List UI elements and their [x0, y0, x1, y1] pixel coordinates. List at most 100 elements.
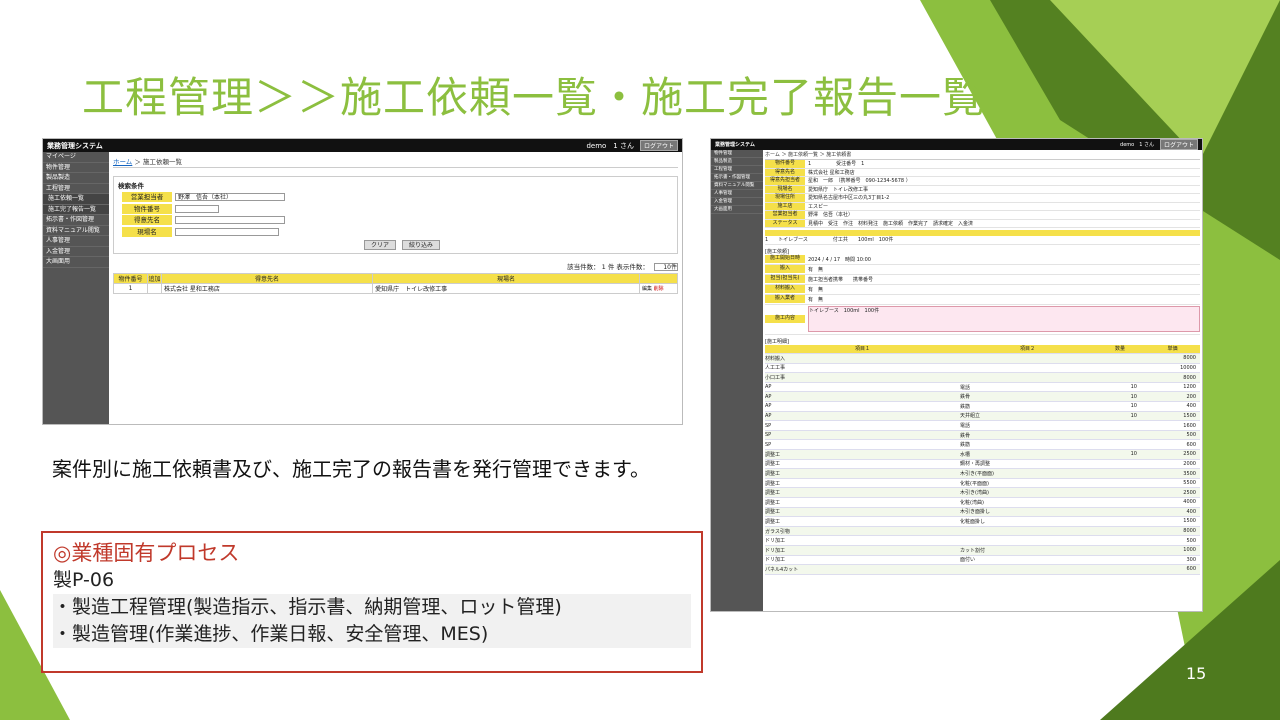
sidebar-item[interactable]: 物件管理 [711, 150, 763, 158]
request-value[interactable]: 施工担当者携帯 携帯番号 [808, 276, 873, 283]
sidebar-item[interactable]: 入金管理 [711, 198, 763, 206]
detail-cell[interactable]: 2500 [1145, 451, 1200, 457]
sidebar-item[interactable]: 製品製造 [711, 158, 763, 166]
sidebar-item[interactable]: 製品製造 [43, 173, 109, 184]
sidebar-item[interactable]: 工程管理 [711, 166, 763, 174]
page-number: 15 [1186, 664, 1207, 683]
detail-cell[interactable]: 400 [1145, 403, 1200, 409]
work-content-textarea[interactable]: トイレブース 100ml 100件 [808, 306, 1200, 332]
detail-row: 調整工 木引き(湾曲) 2500 [765, 488, 1200, 498]
sidebar-item[interactable]: 拓示書・作図管理 [711, 174, 763, 182]
detail-cell[interactable]: 1600 [1145, 423, 1200, 429]
sidebar-item[interactable]: 工程管理 [43, 184, 109, 194]
detail-cell[interactable]: 1500 [1145, 518, 1200, 524]
sales-rep-select[interactable]: 野澤 信吾（本社） [175, 193, 285, 202]
detail-cell: ドリ加工 [765, 547, 786, 554]
request-value[interactable]: 有 無 [808, 266, 823, 273]
sidebar-item[interactable]: 人事管理 [711, 190, 763, 198]
sidebar-item[interactable]: 物件管理 [43, 163, 109, 173]
detail-cell[interactable]: 500 [1145, 432, 1200, 438]
detail-cell[interactable]: 400 [1145, 509, 1200, 515]
info-value: 1 受注番号 1 [808, 161, 865, 168]
info-row: 現場住所 愛知県名古屋市中区三の丸3丁目1-2 [765, 194, 1200, 203]
detail-cell[interactable]: 8000 [1145, 355, 1200, 361]
breadcrumb-current: 施工依頼一覧 [142, 158, 182, 166]
detail-cell[interactable]: 5500 [1145, 480, 1200, 486]
sidebar-item[interactable]: 入金管理 [43, 247, 109, 257]
sidebar-item[interactable]: 人事管理 [43, 236, 109, 247]
detail-header: 項目１ 項目２ 数量 単価 [765, 344, 1200, 355]
property-number-input[interactable] [175, 204, 219, 213]
detail-cell[interactable]: 4000 [1145, 499, 1200, 505]
request-value[interactable]: 2024 / 4 / 17 時間 10:00 [808, 256, 871, 263]
detail-cell[interactable]: 200 [1145, 394, 1200, 400]
detail-cell[interactable]: 10 [1095, 403, 1145, 409]
detail-cell[interactable]: 10 [1095, 394, 1145, 400]
detail-cell[interactable]: 8000 [1145, 528, 1200, 534]
sidebar-item[interactable]: 大画面用 [711, 206, 763, 214]
box-heading: ◎業種固有プロセス [53, 541, 240, 565]
detail-cell[interactable]: 1000 [1145, 547, 1200, 553]
detail-cell[interactable]: 10 [1095, 413, 1145, 419]
cell-add [147, 283, 162, 294]
column-header: 現場名 [372, 273, 640, 284]
per-page-select[interactable]: 10件 [654, 263, 678, 271]
logout-button[interactable]: ログアウト [639, 140, 678, 151]
request-value[interactable]: 有 無 [808, 286, 823, 293]
sidebar-item[interactable]: 資料マニュアル閲覧 [711, 182, 763, 190]
request-list-screenshot: 業務管理システム demo 1 さん ログアウト マイページ 物件管理 製品製造… [42, 138, 683, 425]
info-value: 愛知県庁 トイレ改修工事 [808, 186, 869, 193]
sidebar-item[interactable]: マイページ [43, 152, 109, 163]
breadcrumb-home-link[interactable]: ホーム [113, 158, 132, 166]
detail-cell[interactable]: 2000 [1145, 461, 1200, 467]
request-value[interactable]: 有 無 [808, 296, 823, 303]
client-select[interactable] [175, 216, 285, 225]
sidebar-item[interactable]: 拓示書・作図管理 [43, 215, 109, 226]
request-label: 施工内容 [765, 315, 805, 323]
breadcrumb: ホーム ＞ 施工依頼一覧 [113, 156, 678, 168]
sidebar-item[interactable]: 大画面用 [43, 257, 109, 268]
detail-cell: SP [765, 441, 772, 448]
detail-cell[interactable]: 2500 [1145, 490, 1200, 496]
filter-button[interactable]: 絞り込み [402, 240, 441, 250]
detail-cell[interactable]: 300 [1145, 557, 1200, 563]
slide-description: 案件別に施工依頼書及び、施工完了の報告書を発行管理できます。 [52, 457, 650, 481]
detail-cell[interactable]: 600 [1145, 566, 1200, 572]
site-name-input[interactable] [175, 227, 279, 236]
box-item: ・製造工程管理(製造指示、指示書、納期管理、ロット管理) [53, 594, 691, 621]
clear-button[interactable]: クリア [364, 240, 397, 250]
detail-cell[interactable]: 10000 [1145, 365, 1200, 371]
column-header: 追加 [147, 273, 162, 284]
table-row[interactable]: 1 株式会社 星和工務店 愛知県庁 トイレ改修工事 編集 削除 [113, 283, 678, 294]
detail-row: AP 電話 10 1200 [765, 383, 1200, 393]
column-header [639, 273, 678, 284]
request-row: 搬入業者有 無 [765, 295, 1200, 305]
detail-cell[interactable]: 10 [1095, 384, 1145, 390]
detail-cell[interactable]: 1500 [1145, 413, 1200, 419]
detail-cell: 木引き(平面面) [960, 471, 994, 478]
detail-cell[interactable]: 3500 [1145, 471, 1200, 477]
delete-link[interactable]: 削除 [654, 286, 664, 292]
detail-cell: 水槽 [960, 451, 971, 458]
detail-cell: ドリ加工 [765, 557, 786, 564]
detail-cell[interactable]: 600 [1145, 442, 1200, 448]
detail-row: AP 天井組立 10 1500 [765, 411, 1200, 422]
info-value: エスピー [808, 203, 829, 210]
detail-cell[interactable]: 8000 [1145, 375, 1200, 381]
info-row: 物件番号 1 受注番号 1 [765, 160, 1200, 169]
sidebar-item[interactable]: 施工依頼一覧 [43, 194, 109, 205]
app-title: 業務管理システム [47, 141, 103, 150]
logout-button[interactable]: ログアウト [1159, 139, 1198, 150]
detail-cell: 調整工 [765, 499, 781, 506]
breadcrumb: ホーム ＞ 施工依頼一覧 ＞ 施工依頼書 [765, 151, 1200, 160]
sidebar-item[interactable]: 資料マニュアル閲覧 [43, 226, 109, 236]
detail-cell[interactable]: 500 [1145, 538, 1200, 544]
detail-cell[interactable]: 10 [1095, 451, 1145, 457]
info-row: 施工店 エスピー [765, 202, 1200, 211]
detail-cell: 鉄骨 [960, 432, 971, 439]
info-label: 得意先名 [765, 168, 805, 176]
edit-link[interactable]: 編集 [642, 286, 652, 292]
detail-cell[interactable]: 1200 [1145, 384, 1200, 390]
sidebar-item[interactable]: 施工完了報告一覧 [43, 204, 109, 215]
detail-list: 材料搬入 8000 人工工事 10000 小口工事 8000 AP 電話 10 1200 AP 鉄骨 1… [765, 354, 1200, 575]
